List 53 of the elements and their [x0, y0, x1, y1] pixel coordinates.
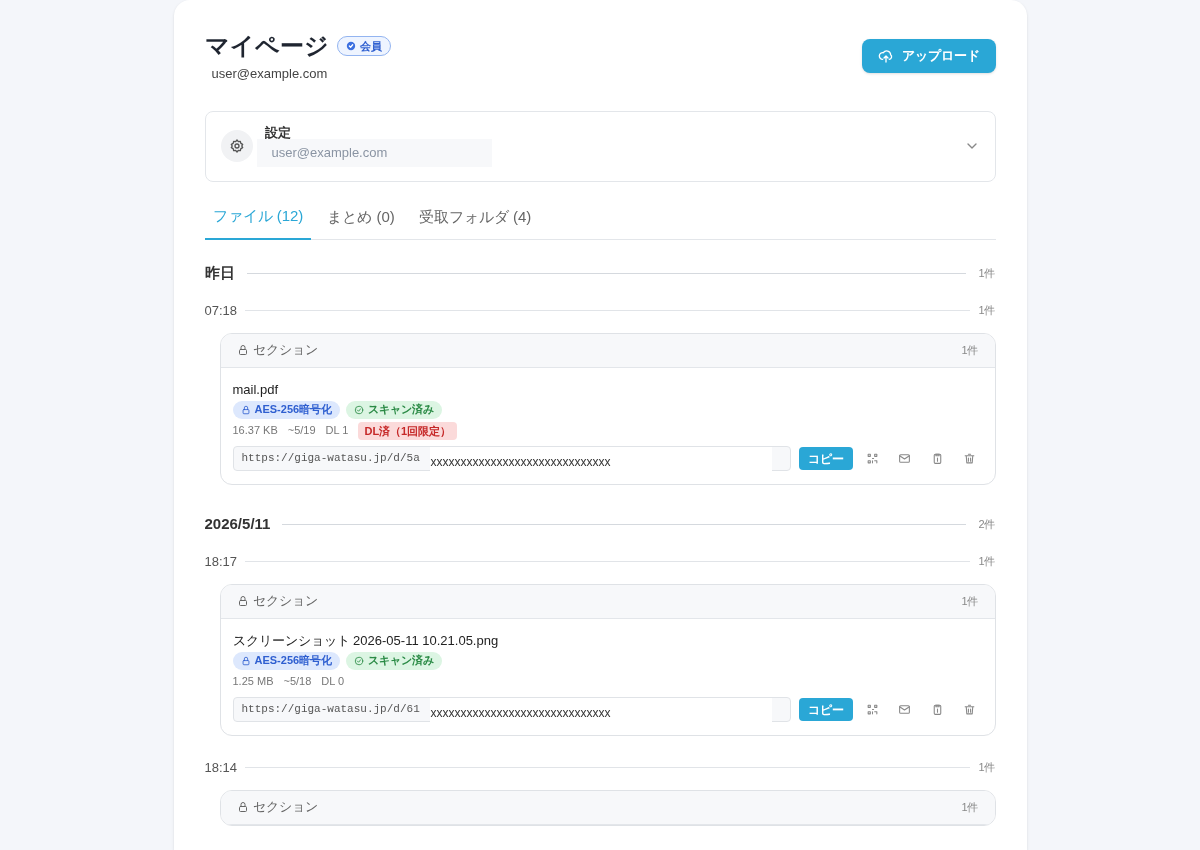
file-name: スクリーンショット 2026-05-11 10.21.05.png [232, 631, 500, 650]
mail-icon [898, 452, 912, 465]
tag: スキャン済み [346, 400, 443, 419]
item-count: 1件 [961, 593, 979, 609]
cloud-upload-icon [877, 48, 894, 64]
item-count: 2件 [978, 517, 996, 533]
file-size: 1.25 MB [232, 674, 274, 690]
settings-title: 設定 [264, 125, 292, 141]
lock-icon [236, 344, 249, 356]
tab[interactable]: 受取フォルダ (4) [410, 195, 540, 239]
check-icon [345, 41, 356, 51]
settings-email: user@example.com [256, 139, 492, 167]
item-count: 1件 [978, 266, 996, 282]
mail-icon [898, 703, 912, 716]
status-tag: DL済（1回限定） [358, 421, 458, 440]
check-circle-icon [354, 655, 365, 666]
file-name: mail.pdf [232, 380, 280, 399]
download-count: DL 1 [325, 423, 349, 439]
lock-icon [240, 404, 251, 415]
trash-icon [963, 703, 977, 716]
user-email: user@example.com [211, 65, 329, 83]
section-title: セクション [252, 592, 319, 611]
lock-icon [236, 595, 249, 607]
member-badge: 会員 [336, 35, 391, 57]
settings-panel[interactable]: 設定 user@example.com [204, 110, 996, 182]
expiry-date: ~5/19 [287, 423, 316, 439]
item-count: 1件 [961, 799, 979, 815]
time-heading: 18:17 [204, 552, 238, 571]
qr-code-icon [865, 452, 879, 465]
item-count: 1件 [978, 303, 996, 319]
item-count: 1件 [961, 342, 979, 358]
file-size: 16.37 KB [232, 423, 278, 439]
page-title: マイページ [204, 31, 329, 61]
qr-code-icon [865, 703, 879, 716]
lock-icon [240, 655, 251, 666]
tab[interactable]: まとめ (0) [319, 195, 403, 239]
date-heading: 昨日 [204, 263, 235, 284]
time-heading: 07:18 [204, 301, 238, 320]
download-count: DL 0 [321, 674, 345, 690]
tag: AES-256暗号化 [232, 651, 341, 670]
time-heading: 18:14 [204, 758, 238, 777]
check-circle-icon [354, 404, 365, 415]
item-count: 1件 [978, 554, 996, 570]
date-heading: 2026/5/11 [204, 514, 271, 535]
tag: AES-256暗号化 [232, 400, 341, 419]
section-title: セクション [252, 798, 319, 817]
expiry-date: ~5/18 [283, 674, 312, 690]
settings-icon [228, 138, 245, 154]
lock-icon [236, 801, 249, 813]
trash-icon [963, 452, 977, 465]
section-title: セクション [252, 341, 319, 360]
item-count: 1件 [978, 760, 996, 776]
tag: スキャン済み [346, 651, 443, 670]
